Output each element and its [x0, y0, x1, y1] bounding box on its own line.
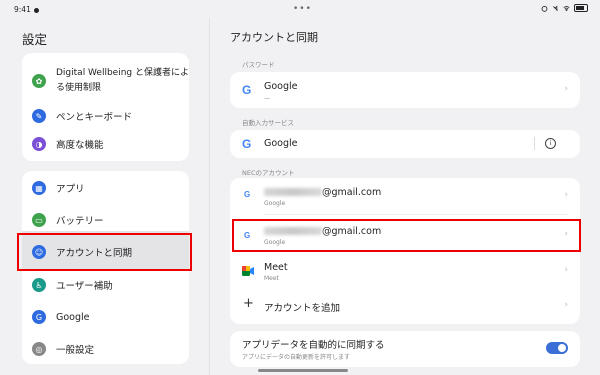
sync-card: アプリデータを自動的に同期する アプリにデータの自動更新を許可します — [230, 331, 580, 367]
settings-group-1: ✿ Digital Wellbeing と保護者による使用制限 ✎ ペンとキーボ… — [22, 53, 189, 161]
battery-status-icon — [574, 4, 588, 12]
auto-sync-subtitle: アプリにデータの自動更新を許可します — [242, 354, 351, 361]
alarm-icon — [541, 5, 548, 12]
autofill-google-row[interactable]: G Google i — [230, 130, 580, 158]
sidebar-item-pen-keyboard[interactable]: ✎ ペンとキーボード — [22, 105, 189, 127]
row-subtitle: — — [264, 95, 270, 102]
meet-icon — [242, 266, 254, 276]
sidebar-item-label: ユーザー補助 — [56, 281, 113, 292]
sidebar-item-apps[interactable]: ▦ アプリ — [22, 177, 189, 199]
row-divider — [264, 214, 568, 215]
chevron-right-icon: › — [564, 265, 568, 275]
highlight-box-account — [232, 219, 581, 252]
google-logo-icon: G — [242, 137, 252, 151]
battery-icon: ▭ — [32, 213, 46, 227]
add-account-label: アカウントを追加 — [264, 303, 341, 314]
wifi-icon — [563, 5, 570, 11]
row-title: Meet — [264, 262, 288, 273]
sidebar-item-label: アプリ — [56, 184, 85, 195]
google-icon: G — [32, 310, 46, 324]
page-title: アカウントと同期 — [230, 31, 318, 44]
sidebar-item-battery[interactable]: ▭ バッテリー — [22, 209, 189, 231]
account-email: @gmail.com — [264, 187, 381, 198]
row-vertical-divider — [534, 137, 535, 150]
account-row-1[interactable]: G @gmail.com Google › — [230, 178, 580, 213]
sidebar-item-advanced-features[interactable]: ◑ 高度な機能 — [22, 133, 189, 155]
sidebar-item-label: Digital Wellbeing と保護者による使用制限 — [56, 68, 189, 93]
general-settings-icon: ◎ — [32, 342, 46, 356]
navigation-handle[interactable] — [258, 369, 348, 372]
sidebar-item-label: Google — [56, 311, 90, 323]
sidebar-item-label: 一般設定 — [56, 345, 95, 356]
sidebar-item-accessibility[interactable]: ♿ ユーザー補助 — [22, 274, 189, 296]
sidebar-item-digital-wellbeing[interactable]: ✿ Digital Wellbeing と保護者による使用制限 — [22, 61, 189, 101]
row-subtitle: Meet — [264, 275, 279, 282]
password-section-label: パスワード — [242, 61, 275, 69]
password-card: G Google — › — [230, 72, 580, 108]
sidebar-item-label: ペンとキーボード — [56, 112, 133, 123]
google-logo-icon: G — [244, 190, 251, 199]
sidebar-item-label: バッテリー — [56, 216, 104, 227]
sidebar-item-google[interactable]: G Google — [22, 306, 189, 328]
highlight-box-accounts — [17, 233, 192, 271]
autofill-card: G Google i — [230, 130, 580, 158]
add-account-row[interactable]: + アカウントを追加 › — [230, 292, 580, 320]
add-icon: + — [243, 296, 254, 311]
autofill-section-label: 自動入力サービス — [242, 119, 294, 127]
pen-icon: ✎ — [32, 109, 46, 123]
nec-accounts-section-label: NECのアカウント — [242, 169, 295, 177]
redacted-text — [264, 188, 322, 196]
sidebar-item-label: 高度な機能 — [56, 140, 104, 151]
clock: 9:41 — [14, 5, 39, 14]
auto-sync-title: アプリデータを自動的に同期する — [242, 340, 385, 351]
advanced-icon: ◑ — [32, 137, 46, 151]
window-handle[interactable]: ••• — [293, 5, 312, 14]
meet-account-row[interactable]: Meet Meet › — [230, 256, 580, 288]
row-subtitle: Google — [264, 200, 286, 207]
mute-icon — [553, 5, 558, 11]
password-google-row[interactable]: G Google — › — [230, 72, 580, 108]
auto-sync-row[interactable]: アプリデータを自動的に同期する アプリにデータの自動更新を許可します — [230, 331, 580, 367]
settings-title: 設定 — [22, 32, 48, 47]
chevron-right-icon: › — [564, 300, 568, 310]
row-title: Google — [264, 81, 298, 92]
status-icons — [541, 4, 588, 12]
row-title: Google — [264, 138, 298, 149]
sidebar-item-general-settings[interactable]: ◎ 一般設定 — [22, 338, 189, 360]
google-logo-icon: G — [242, 83, 252, 97]
pane-divider — [209, 18, 210, 375]
digital-wellbeing-icon: ✿ — [32, 74, 46, 88]
chevron-right-icon: › — [564, 190, 568, 200]
accessibility-icon: ♿ — [32, 278, 46, 292]
auto-sync-toggle[interactable] — [546, 342, 568, 354]
info-icon[interactable]: i — [545, 138, 556, 149]
apps-icon: ▦ — [32, 181, 46, 195]
chevron-right-icon: › — [564, 84, 568, 94]
status-bar: 9:41 ••• — [0, 0, 600, 18]
status-dot-icon — [33, 7, 39, 13]
